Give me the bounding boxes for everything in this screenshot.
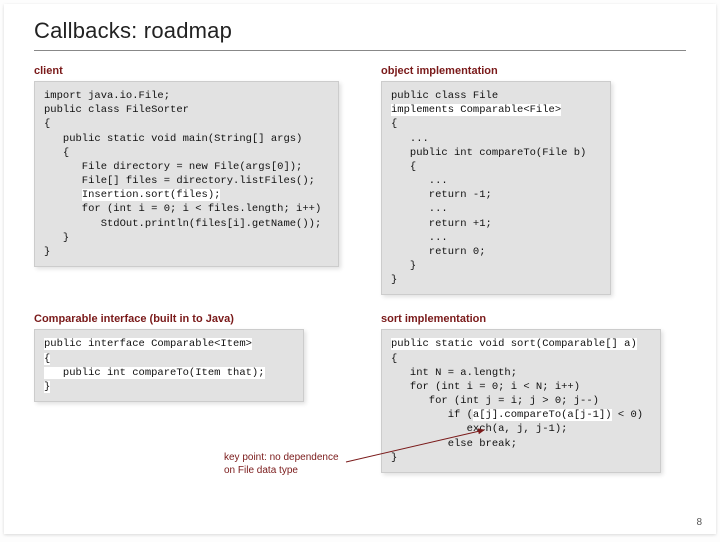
keypoint-line2: on File data type	[224, 465, 298, 476]
sort-label: sort implementation	[381, 313, 686, 325]
comparable-code: public interface Comparable<Item> { publ…	[34, 329, 304, 402]
page-number: 8	[696, 517, 702, 528]
client-code: import java.io.File; public class FileSo…	[34, 81, 339, 267]
object-block: object implementation public class File …	[381, 65, 686, 295]
title-rule	[34, 50, 686, 51]
sort-block: sort implementation public static void s…	[381, 313, 686, 473]
keypoint-line1: key point: no dependence	[224, 452, 339, 463]
keypoint-note: key point: no dependence on File data ty…	[224, 452, 339, 477]
object-label: object implementation	[381, 65, 686, 77]
client-label: client	[34, 65, 339, 77]
comparable-label: Comparable interface (built in to Java)	[34, 313, 339, 325]
comparable-block: Comparable interface (built in to Java) …	[34, 313, 339, 473]
sort-code: public static void sort(Comparable[] a) …	[381, 329, 661, 473]
object-code: public class File implements Comparable<…	[381, 81, 611, 295]
slide-title: Callbacks: roadmap	[34, 18, 686, 44]
client-block: client import java.io.File; public class…	[34, 65, 339, 295]
